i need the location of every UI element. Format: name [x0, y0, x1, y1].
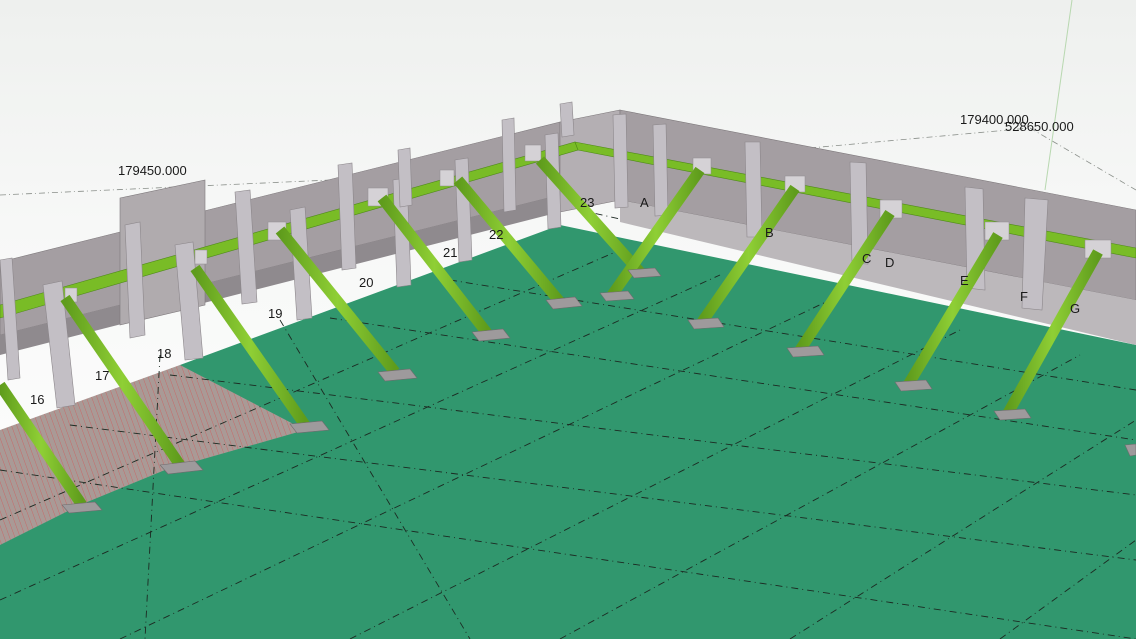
grid-label-B: B [765, 225, 774, 240]
3d-model-viewport[interactable]: 16 17 18 19 20 21 22 23 A B C D E F G 17… [0, 0, 1136, 640]
grid-label-18: 18 [157, 346, 171, 361]
grid-label-16: 16 [30, 392, 44, 407]
grid-label-17: 17 [95, 368, 109, 383]
coordinate-right-northing: 528650.000 [1005, 119, 1074, 134]
grid-label-23: 23 [580, 195, 594, 210]
grid-label-D: D [885, 255, 894, 270]
grid-label-F: F [1020, 289, 1028, 304]
grid-label-G: G [1070, 301, 1080, 316]
coordinate-left: 179450.000 [118, 163, 187, 178]
grid-label-C: C [862, 251, 871, 266]
grid-label-19: 19 [268, 306, 282, 321]
grid-label-20: 20 [359, 275, 373, 290]
grid-label-A: A [640, 195, 649, 210]
grid-label-E: E [960, 273, 969, 288]
grid-label-21: 21 [443, 245, 457, 260]
grid-label-22: 22 [489, 227, 503, 242]
model-scene: 16 17 18 19 20 21 22 23 A B C D E F G 17… [0, 0, 1136, 640]
